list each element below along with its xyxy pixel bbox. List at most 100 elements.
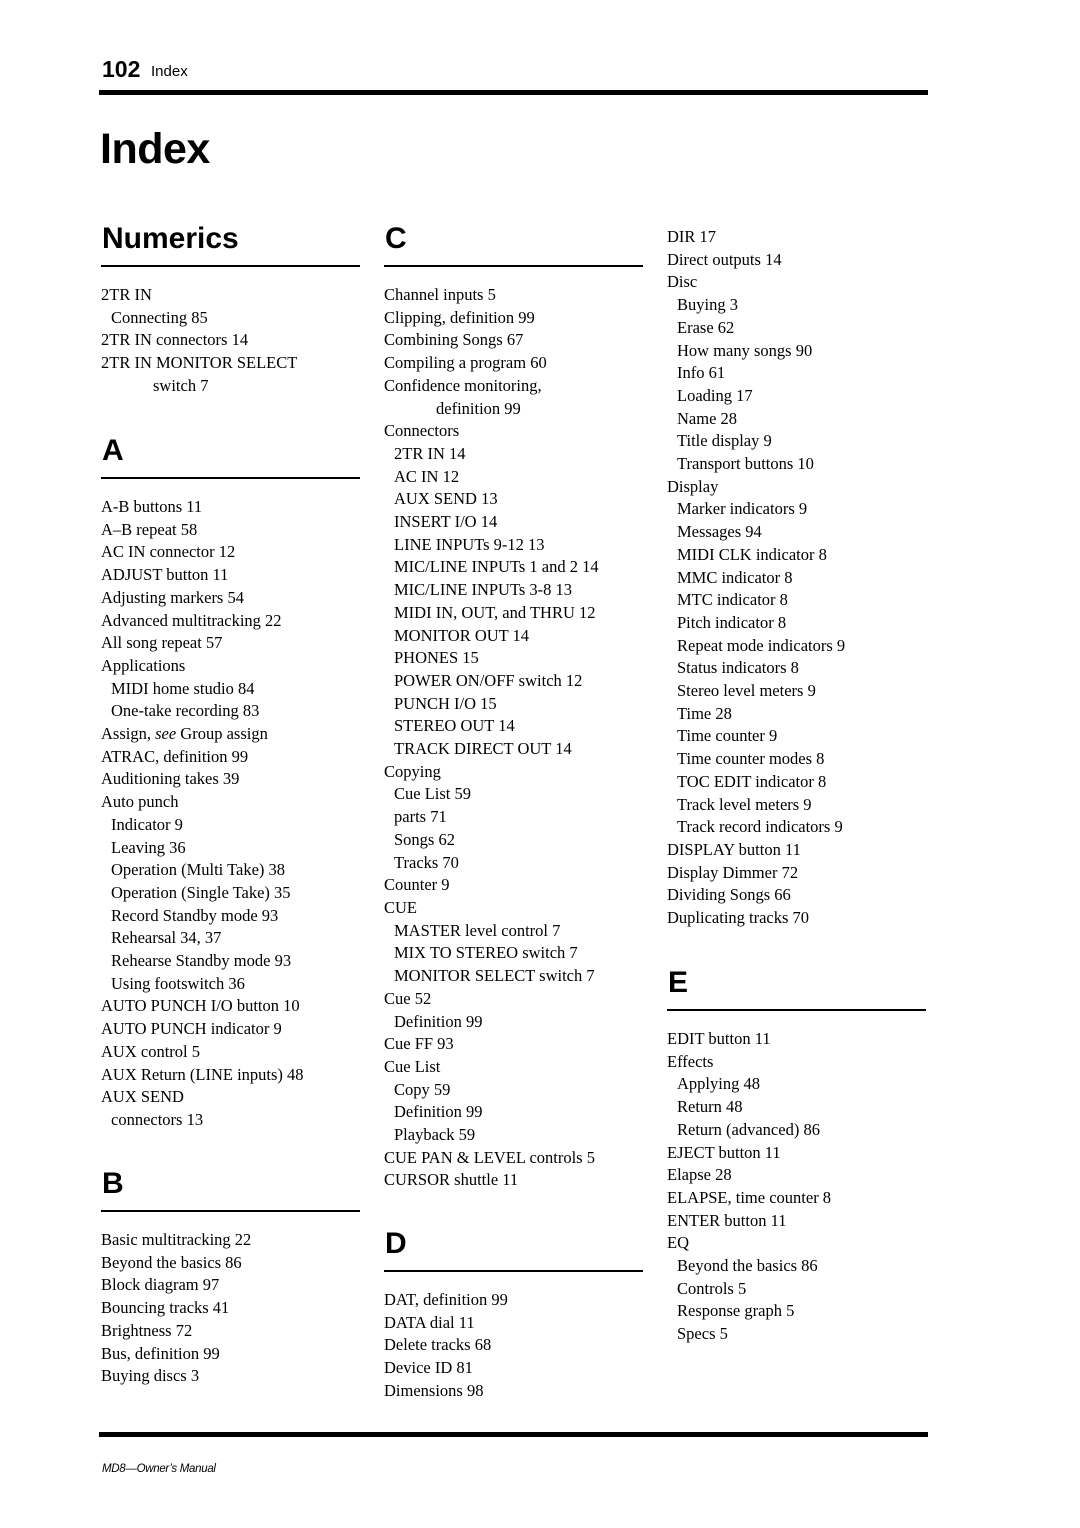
index-subentry: MIC/LINE INPUTs 3-8 13 bbox=[394, 580, 573, 600]
index-entry: Dimensions 98 bbox=[384, 1380, 484, 1400]
index-subentry: Record Standby mode 93 bbox=[111, 905, 279, 925]
index-subentry: POWER ON/OFF switch 12 bbox=[394, 670, 583, 690]
index-subentry: connectors 13 bbox=[111, 1109, 204, 1129]
index-subentry: Leaving 36 bbox=[111, 837, 186, 857]
index-entry: Assign, see Group assign bbox=[101, 723, 360, 746]
index-entry: Brightness 72 bbox=[101, 1320, 193, 1340]
index-subentry: LINE INPUTs 9-12 13 bbox=[394, 534, 545, 554]
index-subentry: Pitch indicator 8 bbox=[677, 612, 787, 632]
index-entry: EDIT button 11 bbox=[667, 1029, 771, 1048]
index-subentry: Stereo level meters 9 bbox=[677, 681, 816, 701]
section-rule bbox=[667, 1009, 926, 1011]
index-entry: Bus, definition 99 bbox=[101, 1343, 220, 1363]
index-subentry: Operation (Multi Take) 38 bbox=[111, 860, 286, 880]
index-entry: Cue List bbox=[384, 1056, 441, 1076]
section-rule bbox=[101, 477, 360, 479]
index-entry: CURSOR shuttle 11 bbox=[384, 1170, 519, 1190]
index-subentry: Applying 48 bbox=[677, 1074, 760, 1094]
index-subentry: Controls 5 bbox=[677, 1278, 747, 1298]
section-d: D DAT, definition 99 DATA dial 11 Delete t… bbox=[384, 1227, 643, 1403]
index-subentry: parts 71 bbox=[394, 807, 447, 827]
section-rule bbox=[384, 1270, 643, 1272]
index-entry: Device ID 81 bbox=[384, 1358, 473, 1378]
index-entry: Dividing Songs 66 bbox=[667, 885, 791, 905]
cross-reference-see: see bbox=[155, 724, 177, 744]
index-subentry: Definition 99 bbox=[394, 1011, 483, 1031]
index-subentry: Track record indicators 9 bbox=[677, 817, 843, 837]
index-subentry: MASTER level control 7 bbox=[394, 920, 561, 940]
index-subentry: MIDI home studio 84 bbox=[111, 678, 255, 698]
section-a: A A-B buttons 11 A–B repeat 58 AC IN conne… bbox=[101, 434, 360, 1132]
index-subentry: Name 28 bbox=[677, 408, 738, 428]
index-entry: DAT, definition 99 bbox=[384, 1290, 508, 1309]
index-subentry: Info 61 bbox=[677, 363, 726, 383]
index-subentry: Title display 9 bbox=[677, 431, 772, 451]
index-entry: 2TR IN bbox=[101, 285, 152, 304]
index-entry: CUE PAN & LEVEL controls 5 bbox=[384, 1147, 595, 1167]
index-entry: A–B repeat 58 bbox=[101, 519, 198, 539]
index-subentry: AC IN 12 bbox=[394, 466, 460, 486]
index-subentry: MIDI CLK indicator 8 bbox=[677, 544, 827, 564]
index-subentry: TOC EDIT indicator 8 bbox=[677, 771, 827, 791]
index-subentry: How many songs 90 bbox=[677, 340, 813, 360]
index-entry: Adjusting markers 54 bbox=[101, 587, 244, 607]
index-subentry: Rehearse Standby mode 93 bbox=[111, 951, 292, 971]
index-entry: EJECT button 11 bbox=[667, 1142, 781, 1162]
running-header-label: Index bbox=[151, 63, 188, 80]
index-entry-continuation: switch 7 bbox=[153, 375, 209, 395]
section-heading: C bbox=[385, 222, 407, 255]
entry-text: Assign, bbox=[101, 724, 156, 744]
index-subentry: Return (advanced) 86 bbox=[677, 1119, 820, 1139]
index-entry: AUTO PUNCH I/O button 10 bbox=[101, 996, 300, 1016]
section-numerics: Numerics 2TR IN Connecting 85 2TR IN conne… bbox=[101, 222, 360, 398]
section-c: C Channel inputs 5 Clipping, definition 9… bbox=[384, 222, 643, 1192]
index-entry: Copying bbox=[384, 761, 441, 781]
index-subentry: Indicator 9 bbox=[111, 814, 183, 834]
index-subentry: MMC indicator 8 bbox=[677, 567, 793, 587]
index-entry: Cue 52 bbox=[384, 988, 432, 1008]
entry-list: 2TR IN Connecting 85 2TR IN connectors 14 2… bbox=[101, 284, 360, 398]
index-entry: ENTER button 11 bbox=[667, 1210, 787, 1230]
index-subentry: MONITOR SELECT switch 7 bbox=[394, 966, 595, 986]
index-entry: 2TR IN connectors 14 bbox=[101, 330, 249, 350]
index-entry: Buying discs 3 bbox=[101, 1366, 200, 1386]
index-subentry: 2TR IN 14 bbox=[394, 443, 466, 463]
index-subentry: Time counter modes 8 bbox=[677, 749, 825, 769]
index-subentry: Time counter 9 bbox=[677, 726, 778, 746]
entry-list: DIR 17 Direct outputs 14 Disc Buying 3 Erase… bbox=[667, 226, 926, 930]
entry-list: EDIT button 11 Effects Applying 48 Return 4… bbox=[667, 1028, 926, 1346]
index-subentry: STEREO OUT 14 bbox=[394, 716, 515, 736]
index-entry: Duplicating tracks 70 bbox=[667, 908, 810, 928]
section-heading: E bbox=[668, 966, 689, 999]
footer-manual-title: MD8—Owner’s Manual bbox=[102, 1463, 216, 1475]
index-subentry: Response graph 5 bbox=[677, 1301, 795, 1321]
index-subentry: Songs 62 bbox=[394, 829, 455, 849]
index-subentry: Marker indicators 9 bbox=[677, 499, 808, 519]
entry-list: Basic multitracking 22 Beyond the basics … bbox=[101, 1229, 360, 1388]
index-entry: Compiling a program 60 bbox=[384, 353, 547, 373]
section-rule bbox=[101, 265, 360, 267]
index-subentry: Repeat mode indicators 9 bbox=[677, 635, 846, 655]
index-entry: AUX control 5 bbox=[101, 1041, 200, 1061]
index-entry: Elapse 28 bbox=[667, 1165, 732, 1185]
index-entry: Confidence monitoring, bbox=[384, 375, 542, 395]
index-subentry: MIC/LINE INPUTs 1 and 2 14 bbox=[394, 557, 599, 577]
index-subentry: AUX SEND 13 bbox=[394, 489, 498, 509]
index-entry: ELAPSE, time counter 8 bbox=[667, 1187, 832, 1207]
index-entry: Effects bbox=[667, 1051, 714, 1071]
section-rule bbox=[101, 1210, 360, 1212]
index-subentry: Beyond the basics 86 bbox=[677, 1256, 818, 1276]
footer-rule bbox=[99, 1432, 928, 1437]
index-entry: Delete tracks 68 bbox=[384, 1335, 492, 1355]
index-entry: AC IN connector 12 bbox=[101, 542, 236, 562]
index-entry: 2TR IN MONITOR SELECT bbox=[101, 353, 298, 373]
section-e: E EDIT button 11 Effects Applying 48 Return… bbox=[667, 966, 926, 1346]
index-subentry: PUNCH I/O 15 bbox=[394, 693, 497, 713]
index-subentry: INSERT I/O 14 bbox=[394, 512, 498, 532]
index-entry: Auto punch bbox=[101, 792, 179, 812]
index-subentry: Transport buttons 10 bbox=[677, 454, 814, 474]
index-entry: Display bbox=[667, 476, 719, 496]
index-subentry: Using footswitch 36 bbox=[111, 973, 245, 993]
entry-list: Channel inputs 5 Clipping, definition 99 C… bbox=[384, 284, 643, 1192]
index-subentry: Erase 62 bbox=[677, 317, 735, 337]
